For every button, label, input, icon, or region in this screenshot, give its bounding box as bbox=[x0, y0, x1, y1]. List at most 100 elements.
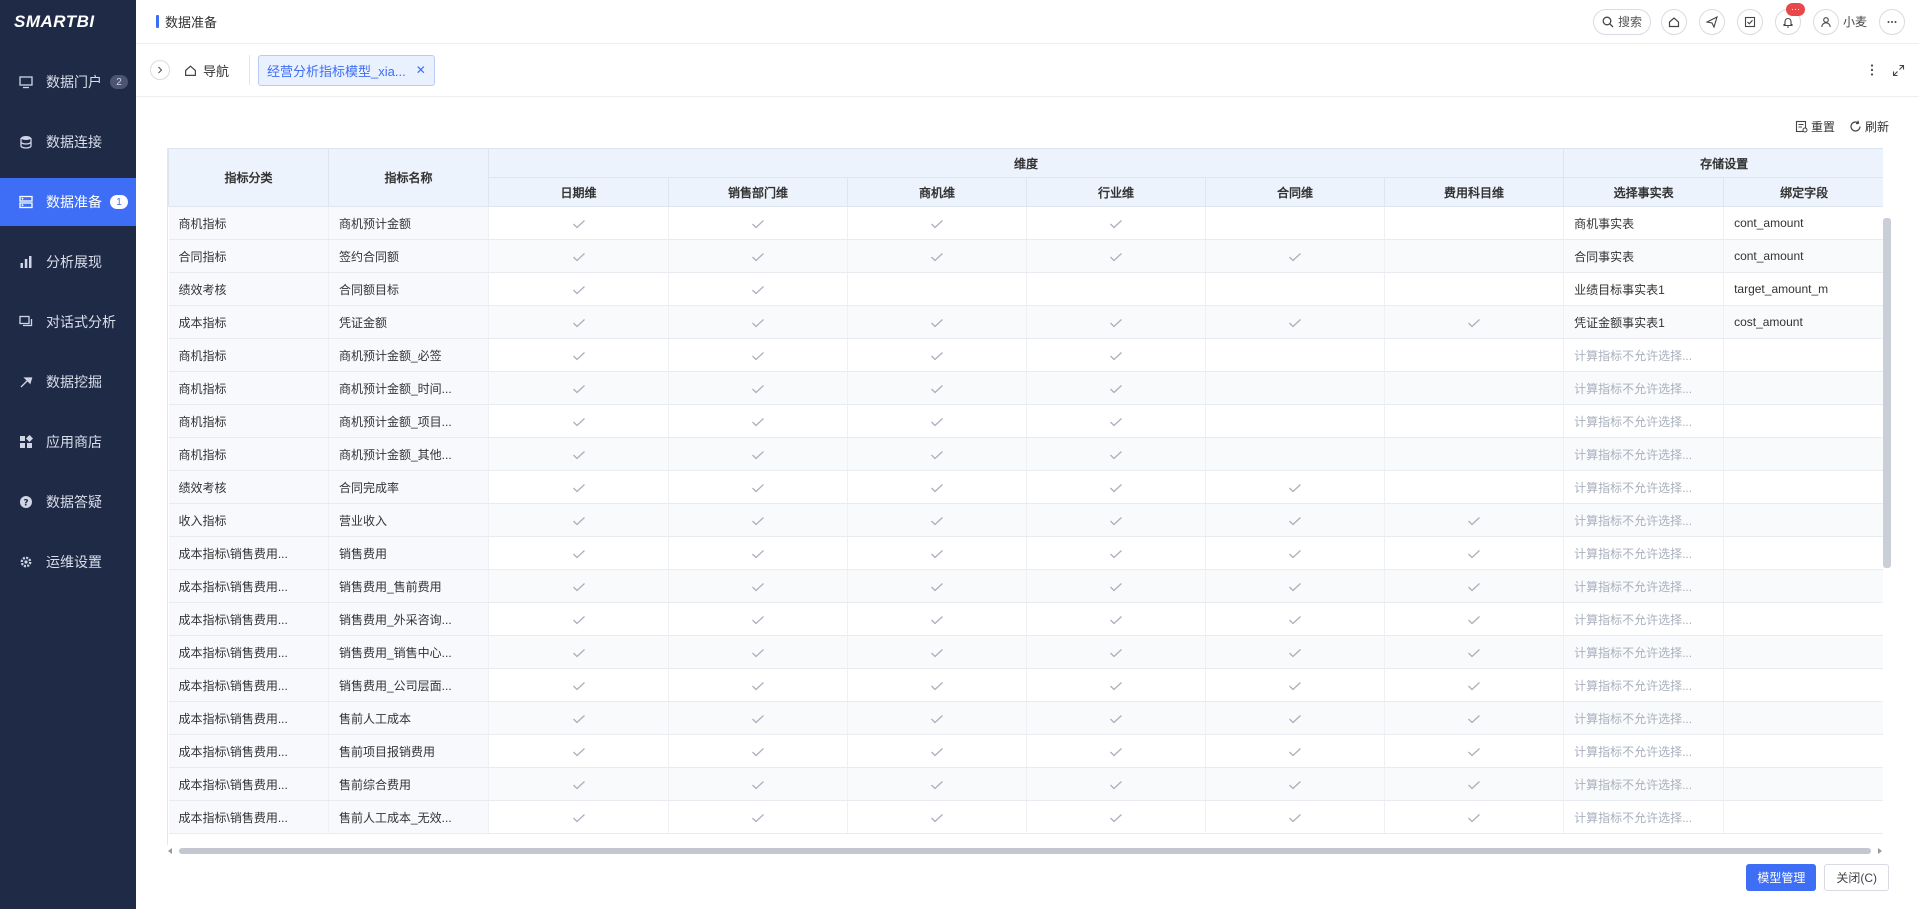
cell-name[interactable]: 售前人工成本_无效... bbox=[328, 800, 489, 834]
col-header-dim-industry[interactable]: 行业维 bbox=[1026, 177, 1206, 207]
cell-dimension-4[interactable] bbox=[1205, 602, 1385, 636]
close-tab-icon[interactable]: ✕ bbox=[416, 63, 426, 77]
cell-dimension-0[interactable] bbox=[488, 371, 669, 405]
sidebar-item-1[interactable]: 数据连接 bbox=[0, 118, 136, 166]
cell-dimension-2[interactable] bbox=[847, 536, 1027, 570]
cell-dimension-3[interactable] bbox=[1026, 536, 1206, 570]
cell-dimension-1[interactable] bbox=[668, 437, 848, 471]
vertical-scrollbar[interactable] bbox=[1883, 218, 1891, 568]
cell-category[interactable]: 成本指标\销售费用... bbox=[168, 569, 329, 603]
cell-dimension-0[interactable] bbox=[488, 437, 669, 471]
table-row[interactable]: 成本指标\销售费用... 销售费用_售前费用 计算指标不允许选择... bbox=[168, 569, 1883, 603]
cell-category[interactable]: 绩效考核 bbox=[168, 272, 329, 306]
cell-dimension-2[interactable] bbox=[847, 404, 1027, 438]
cell-fact-table[interactable]: 商机事实表 bbox=[1563, 206, 1725, 240]
cell-dimension-5[interactable] bbox=[1384, 503, 1565, 537]
cell-category[interactable]: 成本指标\销售费用... bbox=[168, 602, 329, 636]
cell-dimension-0[interactable] bbox=[488, 734, 669, 768]
cell-name[interactable]: 商机预计金额_必签 bbox=[328, 338, 489, 372]
cell-dimension-5[interactable] bbox=[1384, 437, 1565, 471]
table-row[interactable]: 成本指标\销售费用... 销售费用_销售中心... 计算指标不允许选择... bbox=[168, 635, 1883, 669]
cell-dimension-2[interactable] bbox=[847, 569, 1027, 603]
table-row[interactable]: 绩效考核 合同完成率 计算指标不允许选择... bbox=[168, 470, 1883, 504]
cell-fact-table[interactable]: 计算指标不允许选择... bbox=[1563, 668, 1725, 702]
col-header-dim-date[interactable]: 日期维 bbox=[488, 177, 669, 207]
table-row[interactable]: 商机指标 商机预计金额_时间... 计算指标不允许选择... bbox=[168, 371, 1883, 405]
cell-name[interactable]: 销售费用_售前费用 bbox=[328, 569, 489, 603]
more-button[interactable] bbox=[1879, 8, 1905, 35]
col-header-name[interactable]: 指标名称 bbox=[328, 148, 489, 207]
cell-dimension-3[interactable] bbox=[1026, 800, 1206, 834]
cell-dimension-0[interactable] bbox=[488, 668, 669, 702]
cell-category[interactable]: 收入指标 bbox=[168, 503, 329, 537]
cell-category[interactable]: 成本指标\销售费用... bbox=[168, 635, 329, 669]
cell-fact-table[interactable]: 计算指标不允许选择... bbox=[1563, 437, 1725, 471]
cell-bind-field[interactable] bbox=[1723, 470, 1883, 504]
cell-category[interactable]: 商机指标 bbox=[168, 338, 329, 372]
close-button[interactable]: 关闭(C) bbox=[1824, 864, 1889, 891]
scroll-left-arrow-icon[interactable] bbox=[167, 848, 173, 854]
cell-dimension-4[interactable] bbox=[1205, 668, 1385, 702]
horizontal-scrollbar[interactable] bbox=[167, 845, 1883, 857]
col-header-dim-opportunity[interactable]: 商机维 bbox=[847, 177, 1027, 207]
cell-fact-table[interactable]: 计算指标不允许选择... bbox=[1563, 503, 1725, 537]
expand-sidebar-button[interactable] bbox=[150, 60, 170, 80]
cell-dimension-1[interactable] bbox=[668, 305, 848, 339]
cell-dimension-0[interactable] bbox=[488, 635, 669, 669]
cell-dimension-5[interactable] bbox=[1384, 767, 1565, 801]
cell-dimension-5[interactable] bbox=[1384, 602, 1565, 636]
cell-fact-table[interactable]: 凭证金额事实表1 bbox=[1563, 305, 1725, 339]
cell-bind-field[interactable]: target_amount_m bbox=[1723, 272, 1883, 306]
col-header-dim-contract[interactable]: 合同维 bbox=[1205, 177, 1385, 207]
cell-dimension-3[interactable] bbox=[1026, 767, 1206, 801]
cell-dimension-2[interactable] bbox=[847, 305, 1027, 339]
cell-bind-field[interactable] bbox=[1723, 404, 1883, 438]
cell-name[interactable]: 销售费用 bbox=[328, 536, 489, 570]
cell-bind-field[interactable] bbox=[1723, 371, 1883, 405]
cell-name[interactable]: 售前项目报销费用 bbox=[328, 734, 489, 768]
cell-dimension-5[interactable] bbox=[1384, 668, 1565, 702]
cell-dimension-4[interactable] bbox=[1205, 338, 1385, 372]
cell-dimension-5[interactable] bbox=[1384, 470, 1565, 504]
cell-category[interactable]: 商机指标 bbox=[168, 404, 329, 438]
cell-dimension-5[interactable] bbox=[1384, 635, 1565, 669]
cell-dimension-4[interactable] bbox=[1205, 503, 1385, 537]
cell-dimension-3[interactable] bbox=[1026, 338, 1206, 372]
cell-dimension-1[interactable] bbox=[668, 734, 848, 768]
horizontal-scroll-thumb[interactable] bbox=[179, 848, 1871, 854]
cell-dimension-0[interactable] bbox=[488, 338, 669, 372]
cell-dimension-3[interactable] bbox=[1026, 635, 1206, 669]
cell-category[interactable]: 成本指标\销售费用... bbox=[168, 536, 329, 570]
cell-dimension-2[interactable] bbox=[847, 338, 1027, 372]
table-row[interactable]: 成本指标\销售费用... 售前人工成本 计算指标不允许选择... bbox=[168, 701, 1883, 735]
cell-dimension-4[interactable] bbox=[1205, 404, 1385, 438]
sidebar-item-4[interactable]: 对话式分析 bbox=[0, 298, 136, 346]
sidebar-item-0[interactable]: 数据门户 2 bbox=[0, 58, 136, 106]
reset-button[interactable]: 重置 bbox=[1795, 118, 1835, 135]
table-row[interactable]: 成本指标\销售费用... 销售费用_公司层面... 计算指标不允许选择... bbox=[168, 668, 1883, 702]
table-row[interactable]: 合同指标 签约合同额 合同事实表 cont_amount bbox=[168, 239, 1883, 273]
cell-name[interactable]: 商机预计金额_时间... bbox=[328, 371, 489, 405]
cell-dimension-1[interactable] bbox=[668, 668, 848, 702]
cell-dimension-1[interactable] bbox=[668, 569, 848, 603]
table-row[interactable]: 成本指标\销售费用... 售前项目报销费用 计算指标不允许选择... bbox=[168, 734, 1883, 768]
cell-category[interactable]: 商机指标 bbox=[168, 206, 329, 240]
cell-bind-field[interactable] bbox=[1723, 767, 1883, 801]
col-header-fact-table[interactable]: 选择事实表 bbox=[1563, 177, 1725, 207]
cell-dimension-1[interactable] bbox=[668, 470, 848, 504]
user-avatar[interactable] bbox=[1812, 8, 1839, 35]
cell-dimension-4[interactable] bbox=[1205, 536, 1385, 570]
cell-dimension-3[interactable] bbox=[1026, 503, 1206, 537]
cell-fact-table[interactable]: 计算指标不允许选择... bbox=[1563, 536, 1725, 570]
cell-dimension-2[interactable] bbox=[847, 701, 1027, 735]
cell-name[interactable]: 签约合同额 bbox=[328, 239, 489, 273]
cell-dimension-3[interactable] bbox=[1026, 470, 1206, 504]
cell-name[interactable]: 商机预计金额 bbox=[328, 206, 489, 240]
cell-bind-field[interactable] bbox=[1723, 800, 1883, 834]
refresh-button[interactable]: 刷新 bbox=[1849, 118, 1889, 135]
notification-button[interactable]: ··· bbox=[1774, 2, 1805, 35]
cell-name[interactable]: 商机预计金额_其他... bbox=[328, 437, 489, 471]
cell-dimension-5[interactable] bbox=[1384, 536, 1565, 570]
cell-category[interactable]: 商机指标 bbox=[168, 437, 329, 471]
cell-category[interactable]: 成本指标\销售费用... bbox=[168, 701, 329, 735]
